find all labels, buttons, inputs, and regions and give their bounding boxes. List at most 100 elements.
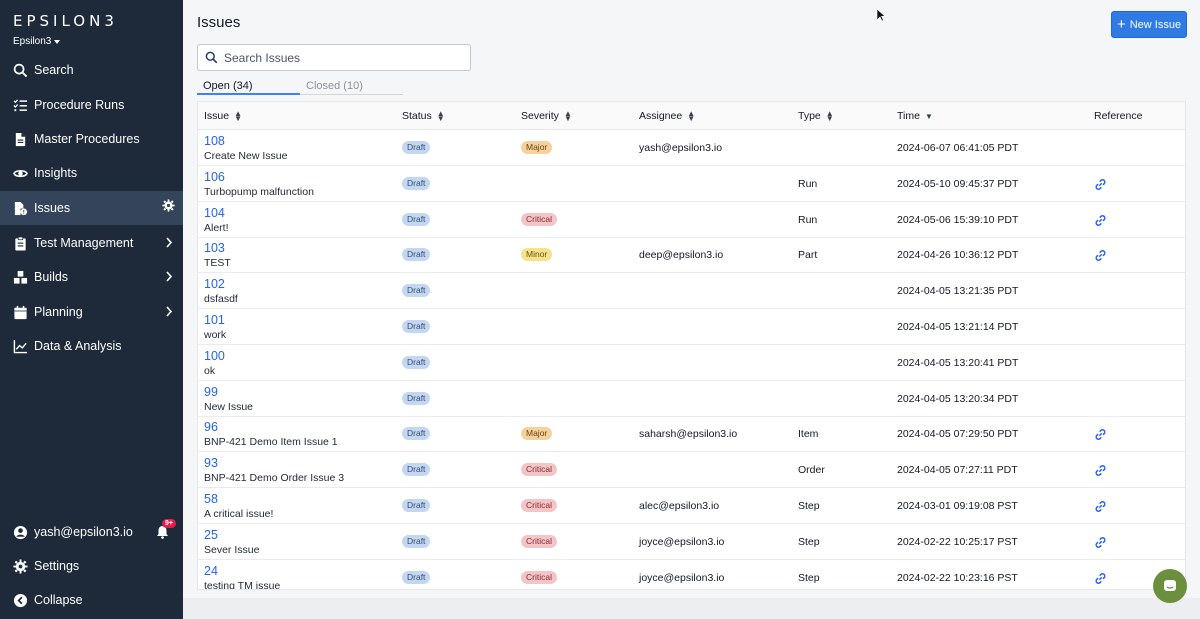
issue-id-link[interactable]: 58 xyxy=(204,492,218,506)
new-issue-button[interactable]: + New Issue xyxy=(1111,11,1187,38)
chevron-right-icon xyxy=(165,306,173,320)
issue-title: BNP-421 Demo Item Issue 1 xyxy=(204,436,338,449)
issue-id-link[interactable]: 104 xyxy=(204,206,225,220)
table-row[interactable]: 96 BNP-421 Demo Item Issue 1 Draft Major sah… xyxy=(198,416,1185,453)
sidebar-item-label: Collapse xyxy=(34,593,83,607)
column-header-time[interactable]: Time ▼ xyxy=(897,110,933,122)
gear-icon[interactable] xyxy=(162,199,175,215)
document-icon xyxy=(12,131,28,147)
severity-badge: Major xyxy=(521,141,553,154)
sidebar-item-label: Procedure Runs xyxy=(34,98,125,112)
issue-id-link[interactable]: 99 xyxy=(204,385,218,399)
issue-time: 2024-05-06 15:39:10 PDT xyxy=(897,213,1019,226)
sidebar-item-test-management[interactable]: Test Management xyxy=(0,227,183,259)
calendar-icon xyxy=(12,304,28,320)
table-row[interactable]: 58 A critical issue! Draft Critical alec@eps… xyxy=(198,488,1185,524)
issue-type: Run xyxy=(798,213,818,226)
search-issues-field[interactable] xyxy=(197,44,471,71)
assignee: deep@epsilon3.io xyxy=(639,249,724,262)
chat-support-button[interactable] xyxy=(1153,569,1187,603)
severity-badge: Critical xyxy=(521,212,557,226)
sidebar-item-issues[interactable]: Issues xyxy=(0,191,183,225)
issue-title: work xyxy=(204,329,227,341)
search-input[interactable] xyxy=(224,50,464,65)
clipboard-icon xyxy=(12,235,28,251)
table-row[interactable]: 100 ok Draft 2024-04-05 13:20:41 PDT xyxy=(198,345,1185,381)
table-header: Issue ▲ ▼ Status ▲ ▼ Severity ▲ ▼ Assignee ▲ ▼ T… xyxy=(198,102,1185,130)
issue-title: Alert! xyxy=(204,221,229,234)
issue-doc-icon xyxy=(12,200,28,216)
chat-icon xyxy=(1164,580,1176,591)
issue-id-link[interactable]: 96 xyxy=(204,420,218,434)
user-email: yash@epsilon3.io xyxy=(34,525,133,539)
epsilon3-logo[interactable]: EPSILON3 xyxy=(13,12,118,30)
link-icon[interactable] xyxy=(1094,428,1107,441)
sidebar-item-label: Test Management xyxy=(34,236,134,250)
sidebar-item-label: Issues xyxy=(34,201,71,215)
assignee: joyce@epsilon3.io xyxy=(639,535,725,548)
issue-id-link[interactable]: 25 xyxy=(204,528,218,542)
tab-closed[interactable]: Closed (10) xyxy=(306,80,363,95)
sidebar-item-planning[interactable]: Planning xyxy=(0,296,183,328)
link-icon[interactable] xyxy=(1094,500,1107,513)
sidebar-item-label: Planning xyxy=(34,305,83,319)
issue-id-link[interactable]: 102 xyxy=(204,277,225,291)
table-row[interactable]: 24 testing TM issue Draft Critical joyce@eps… xyxy=(198,560,1185,589)
sidebar-item-builds[interactable]: Builds xyxy=(0,261,183,293)
sidebar-item-procedure-runs[interactable]: Procedure Runs xyxy=(0,89,183,121)
issue-id-link[interactable]: 108 xyxy=(204,134,225,148)
table-row[interactable]: 102 dsfasdf Draft 2024-04-05 13:21:35 PDT xyxy=(198,273,1185,310)
link-icon[interactable] xyxy=(1094,572,1107,585)
severity-badge: Critical xyxy=(521,463,557,477)
issue-time: 2024-04-05 07:29:50 PDT xyxy=(897,428,1019,441)
column-header-assignee[interactable]: Assignee ▲ ▼ xyxy=(639,110,695,123)
issue-time: 2024-02-22 10:23:16 PST xyxy=(897,571,1018,584)
issue-id-link[interactable]: 93 xyxy=(204,456,218,470)
issue-id-link[interactable]: 101 xyxy=(204,313,225,327)
sidebar-item-search[interactable]: Search xyxy=(0,54,183,86)
issue-title: Sever Issue xyxy=(204,543,260,556)
table-row[interactable]: 25 Sever Issue Draft Critical joyce@epsilon3… xyxy=(198,524,1185,560)
column-header-reference: Reference xyxy=(1094,110,1143,122)
status-badge: Draft xyxy=(402,212,431,226)
sidebar-item-label: Settings xyxy=(34,559,80,573)
issue-id-link[interactable]: 106 xyxy=(204,170,225,184)
table-row[interactable]: 106 Turbopump malfunction Draft Run 2024-05-… xyxy=(198,166,1185,202)
sidebar: EPSILON3 Epsilon3 Search Procedure Runs … xyxy=(0,0,183,619)
column-header-issue[interactable]: Issue ▲ ▼ xyxy=(204,110,242,123)
issue-id-link[interactable]: 100 xyxy=(204,349,225,363)
notifications-button[interactable]: 9+ xyxy=(156,519,176,542)
table-row[interactable]: 108 Create New Issue Draft Major yash@epsilo… xyxy=(198,130,1185,166)
status-badge: Draft xyxy=(402,320,431,333)
issue-id-link[interactable]: 103 xyxy=(204,241,225,255)
sidebar-item-master-procedures[interactable]: Master Procedures xyxy=(0,123,183,155)
sidebar-item-settings[interactable]: Settings xyxy=(0,550,183,582)
sidebar-item-data-analysis[interactable]: Data & Analysis xyxy=(0,330,183,362)
sidebar-item-insights[interactable]: Insights xyxy=(0,157,183,189)
issue-time: 2024-04-05 13:21:14 PDT xyxy=(897,321,1019,333)
gear-icon xyxy=(12,558,28,574)
column-header-status[interactable]: Status ▲ ▼ xyxy=(402,110,445,123)
issue-id-link[interactable]: 24 xyxy=(204,564,218,578)
table-row[interactable]: 93 BNP-421 Demo Order Issue 3 Draft Critica… xyxy=(198,452,1185,489)
table-row[interactable]: 104 Alert! Draft Critical Run 2024-05-06 15:3… xyxy=(198,202,1185,238)
table-row[interactable]: 99 New Issue Draft 2024-04-05 13:20:34 PDT xyxy=(198,381,1185,417)
issue-time: 2024-05-10 09:45:37 PDT xyxy=(897,177,1019,190)
link-icon[interactable] xyxy=(1094,464,1107,477)
link-icon[interactable] xyxy=(1094,249,1107,262)
status-badge: Draft xyxy=(402,176,431,190)
link-icon[interactable] xyxy=(1094,214,1107,227)
sidebar-collapse-button[interactable]: Collapse xyxy=(0,584,183,616)
column-header-severity[interactable]: Severity ▲ ▼ xyxy=(521,110,572,123)
user-menu[interactable]: yash@epsilon3.io 9+ xyxy=(0,516,183,548)
link-icon[interactable] xyxy=(1094,536,1107,549)
workspace-selector[interactable]: Epsilon3 xyxy=(13,36,61,47)
link-icon[interactable] xyxy=(1094,178,1107,191)
mouse-cursor-icon xyxy=(876,8,885,22)
status-badge: Draft xyxy=(402,141,431,154)
bottom-scroll-area xyxy=(183,598,1200,619)
issue-time: 2024-06-07 06:41:05 PDT xyxy=(897,142,1019,154)
column-header-type[interactable]: Type ▲ ▼ xyxy=(798,110,834,123)
table-row[interactable]: 101 work Draft 2024-04-05 13:21:14 PDT xyxy=(198,309,1185,345)
table-row[interactable]: 103 TEST Draft Minor deep@epsilon3.io Part 202… xyxy=(198,237,1185,274)
